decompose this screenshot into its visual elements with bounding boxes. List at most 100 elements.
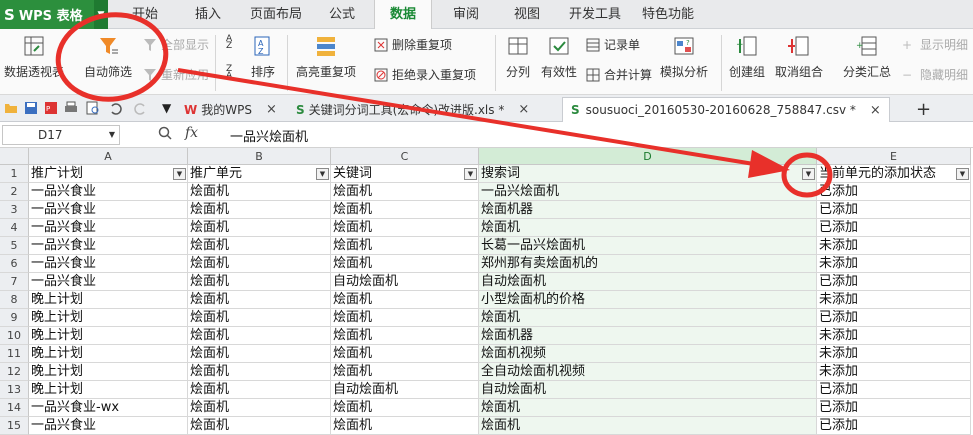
menu-insert[interactable]: 插入 [195, 0, 221, 29]
save-icon[interactable] [24, 101, 38, 115]
table-cell[interactable]: 一品兴烩面机 [479, 183, 817, 201]
table-cell[interactable]: 烩面机 [331, 183, 479, 201]
table-cell[interactable]: 烩面机 [479, 219, 817, 237]
table-cell[interactable]: 未添加 [817, 291, 971, 309]
sort-button[interactable]: AZ 排序 [251, 35, 275, 80]
tab-my-wps[interactable]: W 我的WPS × [184, 97, 277, 122]
filter-dropdown-icon[interactable]: ▼ [173, 168, 186, 180]
customize-toolbar-icon[interactable]: ▼ [162, 101, 176, 115]
formula-input[interactable]: 一品兴烩面机 [230, 126, 308, 145]
column-header-e[interactable]: E [817, 148, 971, 165]
reject-duplicates-button[interactable]: 拒绝录入重复项 [374, 66, 476, 83]
table-cell[interactable]: 烩面机 [479, 399, 817, 417]
table-cell[interactable]: 晚上计划 [29, 345, 188, 363]
table-cell[interactable]: 全自动烩面机视频 [479, 363, 817, 381]
chevron-down-icon[interactable]: ▼ [94, 0, 108, 29]
row-header[interactable]: 9 [0, 309, 29, 327]
subtotal-button[interactable]: + 分类汇总 [843, 35, 891, 80]
table-cell[interactable]: 未添加 [817, 327, 971, 345]
table-cell[interactable]: 自动烩面机 [479, 381, 817, 399]
table-cell[interactable]: 烩面机 [331, 309, 479, 327]
table-cell[interactable]: 一品兴食业 [29, 255, 188, 273]
table-cell[interactable]: 烩面机 [188, 363, 331, 381]
table-cell[interactable]: 烩面机 [188, 183, 331, 201]
highlight-duplicates-button[interactable]: 高亮重复项 [296, 35, 356, 80]
table-cell[interactable]: 已添加 [817, 219, 971, 237]
hide-detail-button[interactable]: − 隐藏明细 [902, 66, 968, 83]
table-cell[interactable]: 已添加 [817, 381, 971, 399]
show-all-button[interactable]: 全部显示 [143, 36, 209, 53]
menu-formula[interactable]: 公式 [329, 0, 355, 29]
table-cell[interactable]: 烩面机 [188, 219, 331, 237]
table-cell[interactable]: 未添加 [817, 237, 971, 255]
table-cell[interactable]: 烩面机 [479, 417, 817, 435]
table-cell[interactable]: 烩面机 [331, 363, 479, 381]
table-cell[interactable]: 烩面机器 [479, 201, 817, 219]
table-cell[interactable]: 烩面机 [188, 399, 331, 417]
table-cell[interactable]: 未添加 [817, 363, 971, 381]
row-header[interactable]: 4 [0, 219, 29, 237]
delete-duplicates-button[interactable]: 删除重复项 [374, 36, 452, 53]
table-cell[interactable]: 烩面机 [331, 417, 479, 435]
table-cell[interactable]: 已添加 [817, 417, 971, 435]
table-cell[interactable]: 烩面机 [331, 255, 479, 273]
redo-icon[interactable] [134, 101, 148, 115]
column-header-a[interactable]: A [29, 148, 188, 165]
table-cell[interactable]: 一品兴食业 [29, 417, 188, 435]
menu-data[interactable]: 数据 [374, 0, 432, 30]
table-cell[interactable]: 烩面机 [331, 219, 479, 237]
show-detail-button[interactable]: + 显示明细 [902, 36, 968, 53]
folder-icon[interactable] [4, 101, 18, 115]
sort-ascending-button[interactable]: AZ [226, 35, 244, 51]
app-logo-button[interactable]: S WPS 表格 ▼ [0, 0, 108, 29]
row-header[interactable]: 5 [0, 237, 29, 255]
table-cell[interactable]: 自动烩面机 [331, 381, 479, 399]
table-cell[interactable]: 自动烩面机 [479, 273, 817, 291]
print-icon[interactable] [64, 101, 78, 115]
close-icon[interactable]: × [266, 102, 277, 117]
filter-dropdown-icon[interactable]: ▼ [464, 168, 477, 180]
header-cell[interactable]: 当前单元的添加状态 ▼ [817, 165, 971, 183]
table-cell[interactable]: 已添加 [817, 201, 971, 219]
table-cell[interactable]: 烩面机 [188, 309, 331, 327]
table-cell[interactable]: 一品兴食业 [29, 201, 188, 219]
table-cell[interactable]: 一品兴食业-wx [29, 399, 188, 417]
menu-developer[interactable]: 开发工具 [569, 0, 621, 29]
table-cell[interactable]: 烩面机 [188, 237, 331, 255]
pivot-table-button[interactable]: 数据透视表 [4, 35, 64, 80]
table-cell[interactable]: 晚上计划 [29, 291, 188, 309]
record-form-button[interactable]: 记录单 [586, 36, 640, 53]
header-cell[interactable]: 推广计划 ▼ [29, 165, 188, 183]
close-icon[interactable]: × [518, 102, 529, 117]
table-cell[interactable]: 晚上计划 [29, 309, 188, 327]
select-all-corner[interactable] [0, 148, 29, 165]
table-cell[interactable]: 一品兴食业 [29, 183, 188, 201]
table-cell[interactable]: 烩面机 [188, 201, 331, 219]
data-validation-button[interactable]: 有效性 [541, 35, 577, 80]
table-cell[interactable]: 已添加 [817, 399, 971, 417]
row-header[interactable]: 3 [0, 201, 29, 219]
table-cell[interactable]: 未添加 [817, 255, 971, 273]
print-preview-icon[interactable] [86, 101, 100, 115]
table-cell[interactable]: 一品兴食业 [29, 237, 188, 255]
row-header[interactable]: 2 [0, 183, 29, 201]
table-cell[interactable]: 烩面机 [331, 327, 479, 345]
header-cell[interactable]: 推广单元 ▼ [188, 165, 331, 183]
menu-features[interactable]: 特色功能 [642, 0, 694, 29]
text-to-columns-button[interactable]: 分列 [506, 35, 530, 80]
chevron-down-icon[interactable]: ▼ [109, 126, 115, 144]
table-cell[interactable]: 烩面机 [331, 345, 479, 363]
table-cell[interactable]: 烩面机 [188, 273, 331, 291]
row-header[interactable]: 7 [0, 273, 29, 291]
name-box[interactable]: D17 ▼ [2, 125, 120, 145]
menu-page-layout[interactable]: 页面布局 [250, 0, 302, 29]
header-cell[interactable]: 关键词 ▼ [331, 165, 479, 183]
close-icon[interactable]: × [870, 103, 881, 118]
table-cell[interactable]: 烩面机 [188, 327, 331, 345]
menu-review[interactable]: 审阅 [453, 0, 479, 29]
table-cell[interactable]: 烩面机 [479, 309, 817, 327]
filter-dropdown-icon[interactable]: ▼ [802, 168, 815, 180]
undo-icon[interactable] [108, 101, 122, 115]
filter-dropdown-icon[interactable]: ▼ [316, 168, 329, 180]
column-header-d[interactable]: D [479, 148, 817, 165]
